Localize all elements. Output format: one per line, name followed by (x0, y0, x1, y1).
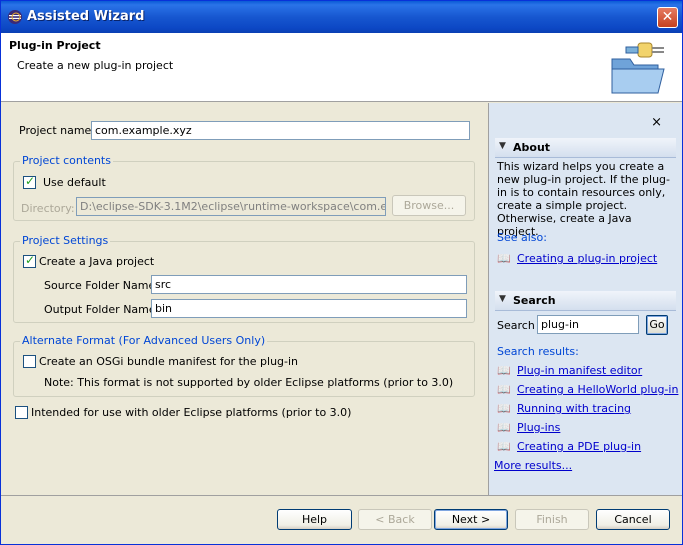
title-bar[interactable]: Assisted Wizard ✕ (1, 1, 682, 33)
wizard-window: Assisted Wizard ✕ Plug-in Project Create… (0, 0, 683, 545)
see-also-label: See also: (497, 231, 547, 244)
book-icon: 📖 (497, 402, 511, 415)
search-input[interactable]: plug-in (537, 315, 639, 334)
search-result-item[interactable]: 📖 Creating a HelloWorld plug-in (497, 383, 678, 396)
finish-button[interactable]: Finish (515, 509, 589, 530)
create-java-checkbox[interactable]: ✓ (23, 253, 36, 268)
source-folder-input[interactable]: src (151, 275, 467, 294)
window-close-button[interactable]: ✕ (657, 7, 678, 28)
directory-input[interactable]: D:\eclipse-SDK-3.1M2\eclipse\runtime-wor… (76, 197, 386, 216)
project-name-input[interactable]: com.example.xyz (91, 121, 470, 140)
search-section-header[interactable]: ▼ Search (495, 291, 676, 311)
source-folder-label: Source Folder Name: (44, 279, 159, 292)
project-settings-group: Project Settings ✓ Create a Java project… (13, 234, 475, 323)
search-results-label: Search results: (497, 345, 579, 358)
see-also-link[interactable]: Creating a plug-in project (517, 252, 657, 265)
about-title: About (513, 141, 551, 154)
output-folder-input[interactable]: bin (151, 299, 467, 318)
help-panel: × ▼ About This wizard helps you create a… (488, 103, 682, 495)
more-results-item[interactable]: More results... (494, 459, 572, 472)
close-icon: ✕ (661, 9, 674, 25)
older-platforms-checkbox[interactable] (15, 406, 28, 419)
browse-button[interactable]: Browse... (392, 195, 466, 216)
use-default-label: Use default (43, 176, 106, 189)
page-description: Create a new plug-in project (17, 59, 174, 72)
book-icon: 📖 (497, 440, 511, 453)
project-contents-title: Project contents (20, 154, 113, 167)
search-title: Search (513, 294, 556, 307)
osgi-label: Create an OSGi bundle manifest for the p… (39, 355, 299, 368)
window-title: Assisted Wizard (27, 9, 145, 24)
project-name-label: Project name: (19, 124, 96, 137)
search-result-link[interactable]: Plug-ins (517, 421, 560, 434)
page-title: Plug-in Project (9, 39, 101, 52)
cancel-button[interactable]: Cancel (596, 509, 670, 530)
book-icon: 📖 (497, 421, 511, 434)
project-contents-group: Project contents ✓ Use default Directory… (13, 154, 475, 221)
search-result-link[interactable]: Creating a PDE plug-in (517, 440, 641, 453)
directory-label: Directory: (21, 202, 75, 215)
use-default-checkbox[interactable]: ✓ (23, 174, 36, 189)
form-area: Project name: com.example.xyz Project co… (1, 103, 487, 495)
go-button[interactable]: Go (646, 315, 668, 335)
about-text: This wizard helps you create a new plug-… (497, 160, 671, 238)
next-button[interactable]: Next > (434, 509, 508, 530)
osgi-checkbox[interactable] (23, 355, 36, 368)
osgi-note: Note: This format is not supported by ol… (44, 376, 454, 389)
older-platforms-label: Intended for use with older Eclipse plat… (31, 406, 352, 419)
create-java-label: Create a Java project (39, 255, 155, 268)
about-section-header[interactable]: ▼ About (495, 138, 676, 158)
eclipse-icon (8, 10, 22, 24)
project-settings-title: Project Settings (20, 234, 111, 247)
search-result-item[interactable]: 📖 Plug-in manifest editor (497, 364, 642, 377)
output-folder-label: Output Folder Name: (44, 303, 160, 316)
book-icon: 📖 (497, 383, 511, 396)
search-result-link[interactable]: Creating a HelloWorld plug-in (517, 383, 678, 396)
search-result-link[interactable]: Running with tracing (517, 402, 631, 415)
see-also-link-item[interactable]: 📖 Creating a plug-in project (497, 252, 657, 265)
alternate-format-group: Alternate Format (For Advanced Users Onl… (13, 334, 475, 397)
search-result-item[interactable]: 📖 Plug-ins (497, 421, 560, 434)
search-result-item[interactable]: 📖 Creating a PDE plug-in (497, 440, 641, 453)
alternate-format-title: Alternate Format (For Advanced Users Onl… (20, 334, 268, 347)
wizard-banner: Plug-in Project Create a new plug-in pro… (1, 33, 682, 102)
search-result-link[interactable]: Plug-in manifest editor (517, 364, 642, 377)
search-result-item[interactable]: 📖 Running with tracing (497, 402, 631, 415)
checkmark-icon: ✓ (25, 174, 36, 188)
footer-divider (1, 495, 682, 496)
book-icon: 📖 (497, 252, 511, 265)
search-label: Search (497, 319, 535, 332)
help-button[interactable]: Help (277, 509, 352, 530)
book-icon: 📖 (497, 364, 511, 377)
more-results-link[interactable]: More results... (494, 459, 572, 472)
checkmark-icon: ✓ (25, 253, 36, 267)
collapse-icon: ▼ (499, 294, 506, 304)
back-button[interactable]: < Back (358, 509, 432, 530)
folder-plug-icon (611, 42, 665, 94)
close-icon[interactable]: × (651, 115, 662, 130)
collapse-icon: ▼ (499, 141, 506, 151)
